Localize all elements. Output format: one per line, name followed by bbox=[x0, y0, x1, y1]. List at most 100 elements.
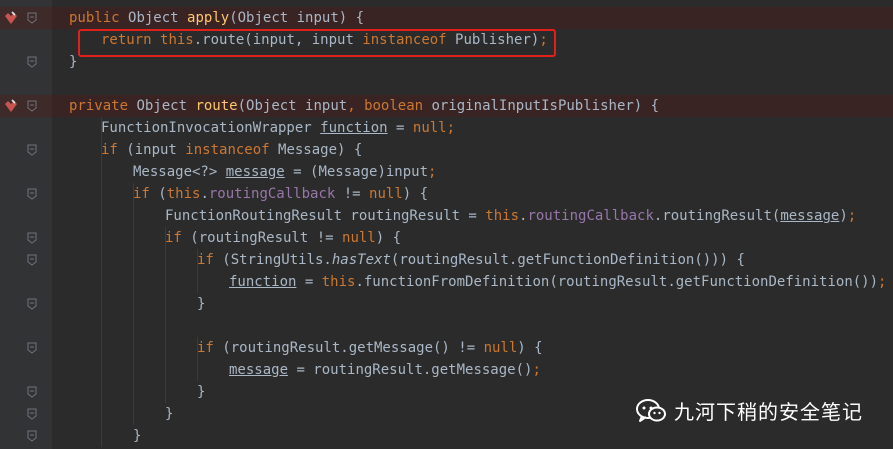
code-token: } bbox=[197, 384, 206, 400]
code-token: ) bbox=[839, 208, 848, 224]
gutter-cell[interactable] bbox=[0, 337, 52, 359]
code-token: this bbox=[321, 274, 356, 290]
breakpoint-icon[interactable] bbox=[3, 98, 19, 114]
code-token: null bbox=[412, 120, 447, 136]
fold-icon[interactable] bbox=[27, 430, 37, 442]
code-editor[interactable]: public Object apply(Object input) {retur… bbox=[0, 0, 893, 449]
code-text: } bbox=[165, 403, 173, 425]
gutter-cell[interactable] bbox=[0, 315, 52, 337]
gutter-cell[interactable] bbox=[0, 183, 52, 205]
code-line[interactable]: public Object apply(Object input) { bbox=[0, 7, 893, 29]
indent-guide bbox=[101, 117, 102, 447]
gutter-cell[interactable] bbox=[0, 359, 52, 381]
code-token: } bbox=[197, 296, 206, 312]
indent-guide bbox=[197, 249, 198, 293]
code-line[interactable] bbox=[0, 73, 893, 95]
fold-icon[interactable] bbox=[27, 100, 37, 112]
code-token: (routingResult != bbox=[181, 230, 343, 246]
code-token: routingCallback bbox=[527, 208, 654, 224]
code-token: .routingResult( bbox=[653, 208, 781, 224]
code-text: function = this.functionFromDefinition(r… bbox=[229, 271, 886, 293]
fold-icon[interactable] bbox=[27, 144, 37, 156]
gutter-cell[interactable] bbox=[0, 29, 52, 51]
code-text: } bbox=[197, 381, 205, 403]
code-token: } bbox=[165, 406, 174, 422]
code-token: Message<?> bbox=[133, 164, 226, 180]
gutter-cell[interactable] bbox=[0, 95, 52, 117]
gutter-cell[interactable] bbox=[0, 139, 52, 161]
code-token: = bbox=[387, 120, 413, 136]
code-token: != bbox=[335, 186, 370, 202]
code-line[interactable]: } bbox=[0, 425, 893, 447]
code-token: boolean bbox=[364, 98, 424, 114]
code-token: } bbox=[69, 54, 78, 70]
gutter-cell[interactable] bbox=[0, 51, 52, 73]
gutter-cell[interactable] bbox=[0, 117, 52, 139]
indent-guide bbox=[133, 183, 134, 425]
code-text: if (routingResult != null) { bbox=[165, 227, 401, 249]
fold-icon[interactable] bbox=[27, 56, 37, 68]
code-token: route bbox=[195, 98, 238, 114]
gutter-cell[interactable] bbox=[0, 293, 52, 315]
code-token: .functionFromDefinition(routingResult.ge… bbox=[355, 274, 879, 290]
code-line[interactable]: FunctionInvocationWrapper function = nul… bbox=[0, 117, 893, 139]
fold-icon[interactable] bbox=[27, 408, 37, 420]
code-token: function bbox=[229, 274, 297, 290]
fold-icon[interactable] bbox=[27, 12, 37, 24]
gutter-cell[interactable] bbox=[0, 249, 52, 271]
code-token: public bbox=[69, 10, 120, 26]
gutter-cell[interactable] bbox=[0, 227, 52, 249]
code-token: (Object input bbox=[237, 98, 348, 114]
gutter-cell[interactable] bbox=[0, 73, 52, 95]
code-token: if bbox=[197, 340, 214, 356]
gutter-cell[interactable] bbox=[0, 7, 52, 29]
code-token: if bbox=[133, 186, 150, 202]
gutter-cell[interactable] bbox=[0, 403, 52, 425]
code-token: ; bbox=[446, 120, 456, 136]
code-token: } bbox=[133, 428, 142, 444]
fold-icon[interactable] bbox=[27, 342, 37, 354]
code-token: ; bbox=[532, 362, 541, 378]
fold-icon[interactable] bbox=[27, 386, 37, 398]
code-text: if (routingResult.getMessage() != null) … bbox=[197, 337, 543, 359]
code-text: } bbox=[197, 293, 205, 315]
code-token: ; bbox=[428, 164, 437, 180]
code-token: null bbox=[342, 230, 376, 246]
highlight-box bbox=[78, 29, 556, 57]
code-token: ; bbox=[878, 274, 887, 290]
code-line[interactable]: Message<?> message = (Message)input; bbox=[0, 161, 893, 183]
code-token: ) { bbox=[517, 340, 543, 356]
code-token: private bbox=[69, 98, 129, 114]
code-token: = (Message)input bbox=[284, 164, 429, 180]
gutter-cell[interactable] bbox=[0, 161, 52, 183]
code-text: if (StringUtils.hasText(routingResult.ge… bbox=[197, 249, 745, 271]
code-token: instanceof bbox=[185, 142, 270, 158]
fold-icon[interactable] bbox=[27, 188, 37, 200]
breakpoint-icon[interactable] bbox=[3, 10, 19, 26]
watermark: 九河下稍的安全笔记 bbox=[636, 396, 863, 425]
code-token: null bbox=[483, 340, 518, 356]
fold-icon[interactable] bbox=[27, 298, 37, 310]
code-line[interactable]: private Object route(Object input, boole… bbox=[0, 95, 893, 117]
code-text: } bbox=[133, 425, 141, 447]
gutter-cell[interactable] bbox=[0, 425, 52, 447]
code-text: FunctionRoutingResult routingResult = th… bbox=[165, 205, 856, 227]
code-token: function bbox=[320, 120, 388, 136]
gutter-cell[interactable] bbox=[0, 271, 52, 293]
code-token: , bbox=[347, 98, 356, 114]
fold-icon[interactable] bbox=[27, 232, 37, 244]
gutter-cell[interactable] bbox=[0, 381, 52, 403]
fold-icon[interactable] bbox=[27, 254, 37, 266]
code-line[interactable]: if (input instanceof Message) { bbox=[0, 139, 893, 161]
code-token: (Object input) { bbox=[229, 10, 365, 26]
code-token: apply bbox=[187, 10, 230, 26]
gutter-cell[interactable] bbox=[0, 205, 52, 227]
code-token: = routingResult.getMessage() bbox=[288, 362, 533, 378]
code-text: private Object route(Object input, boole… bbox=[69, 95, 659, 117]
code-text: FunctionInvocationWrapper function = nul… bbox=[101, 117, 455, 139]
code-token: null bbox=[369, 186, 403, 202]
code-token: Object bbox=[128, 10, 179, 26]
code-token: (routingResult.getMessage() != bbox=[213, 340, 484, 356]
